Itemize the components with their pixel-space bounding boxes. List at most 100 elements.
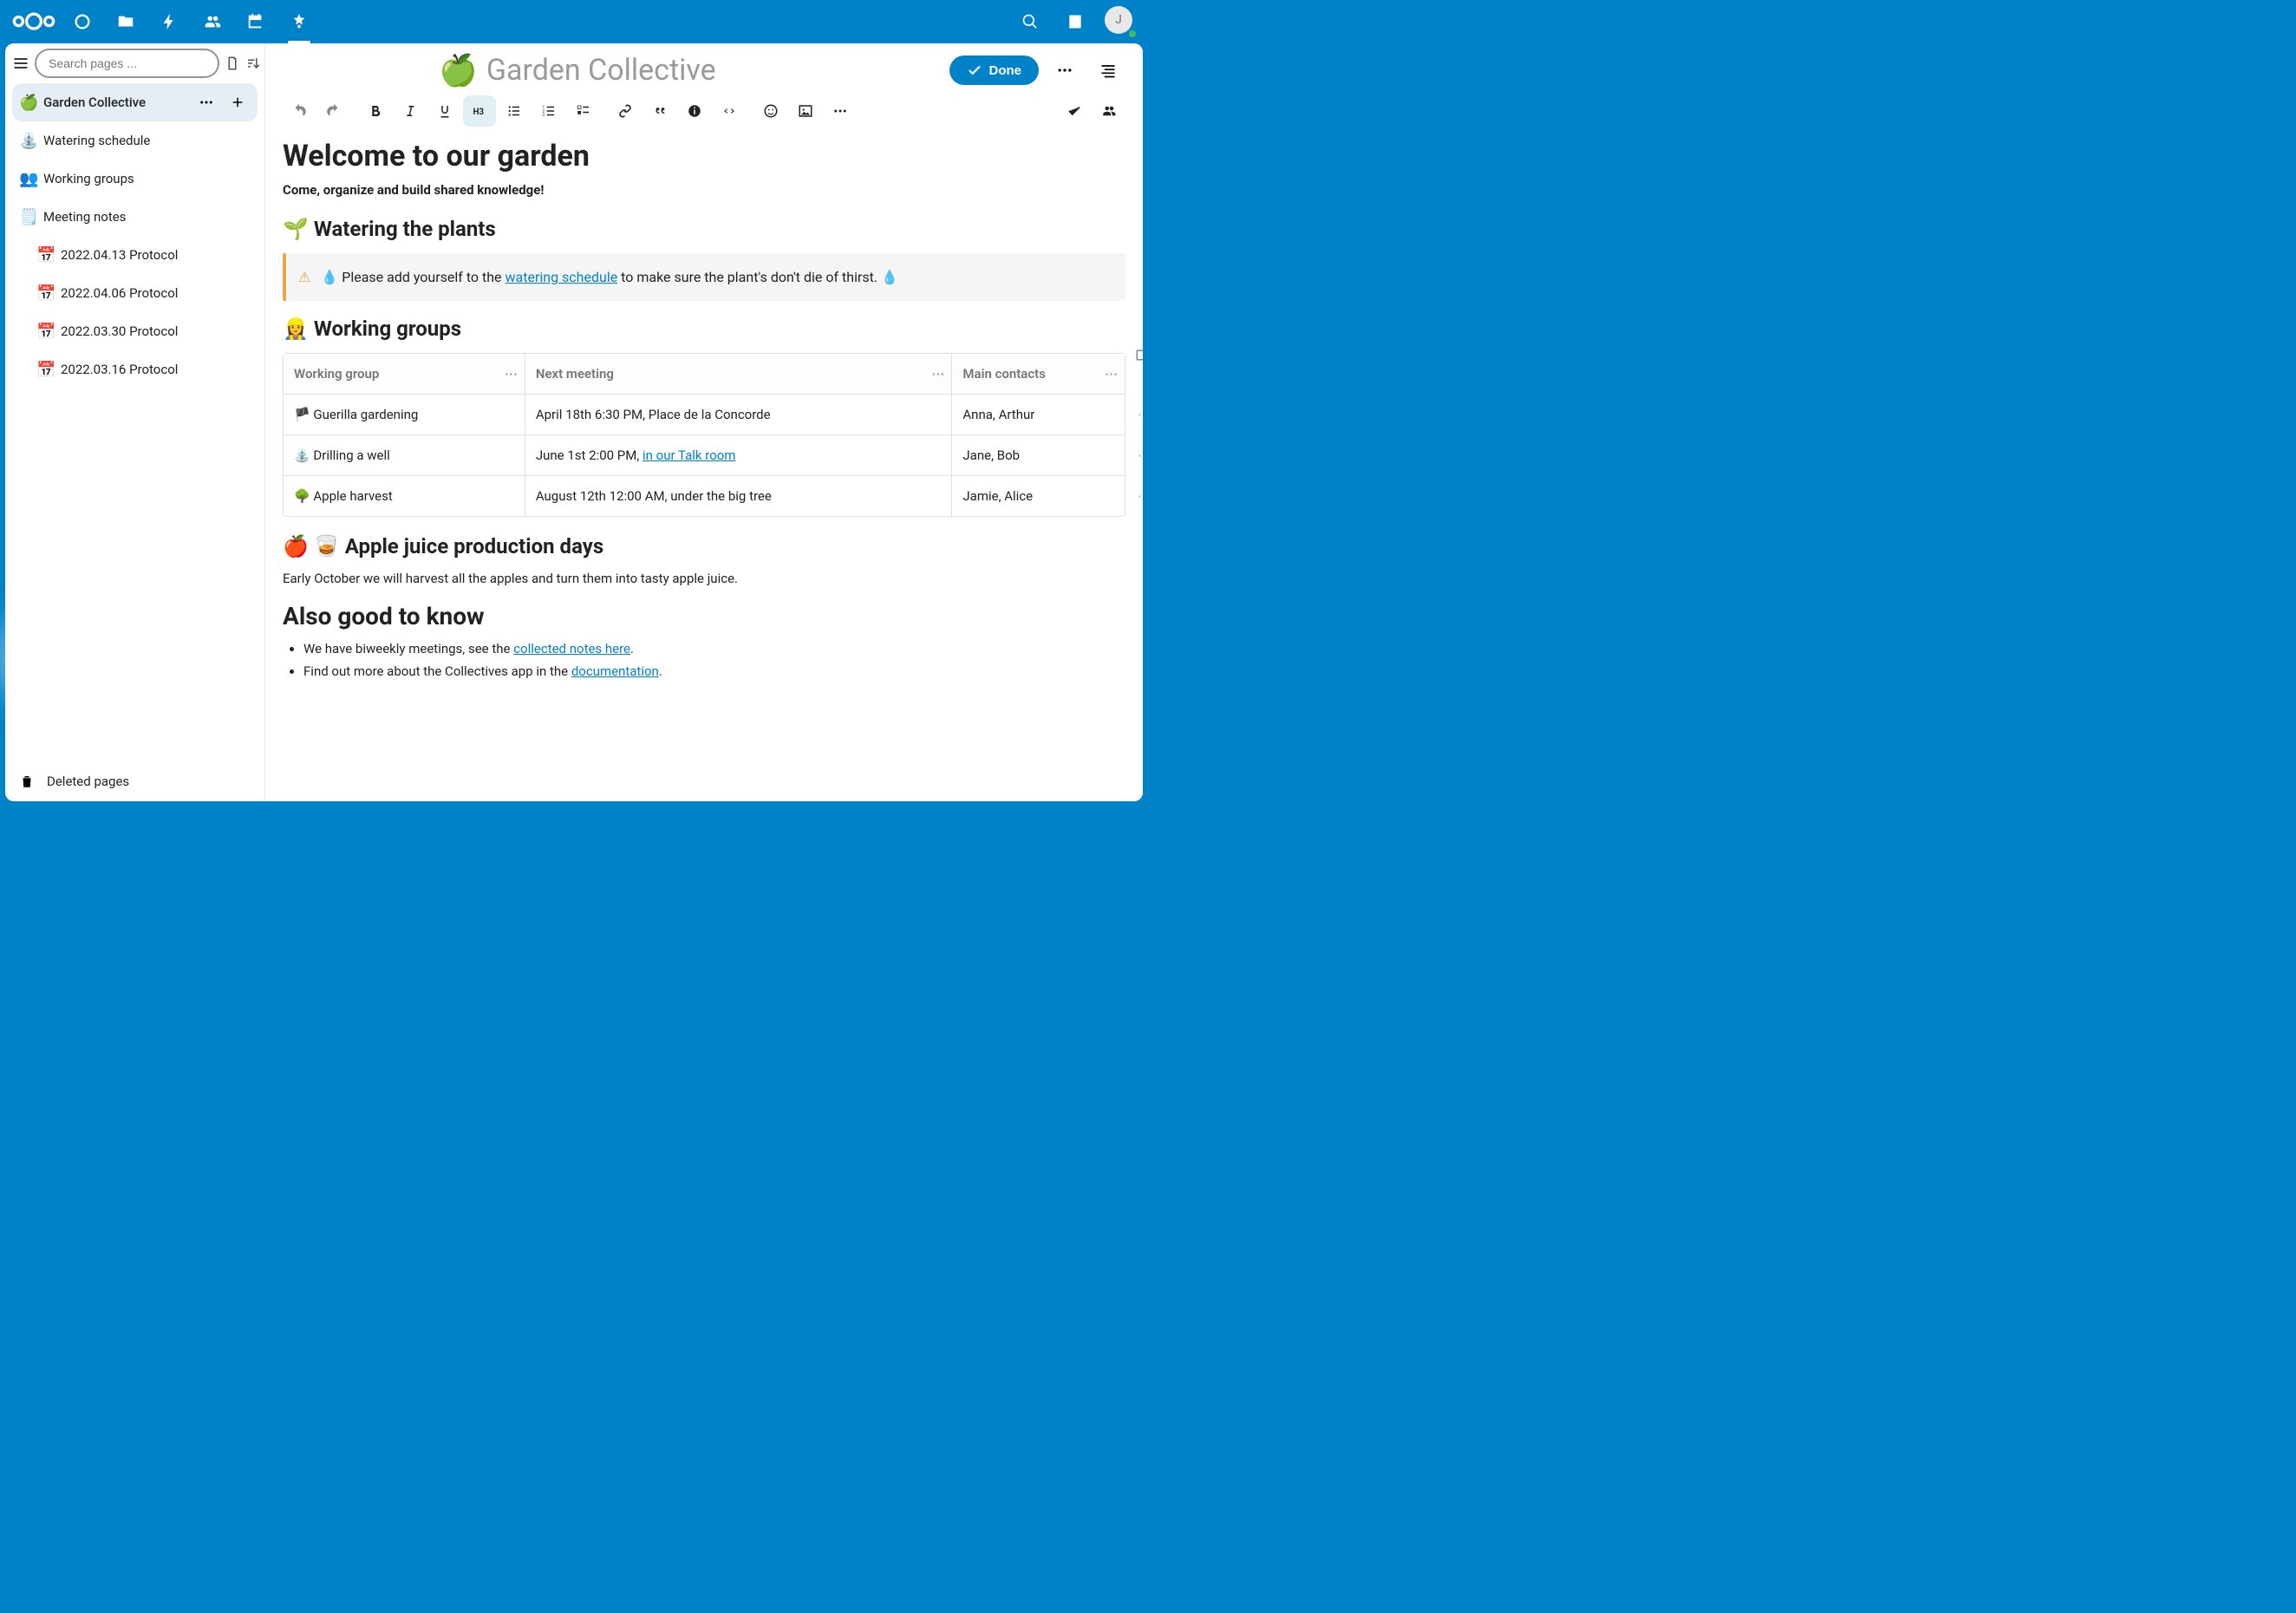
contacts-menu-icon[interactable] (1056, 0, 1094, 43)
presence-dot (1127, 29, 1138, 39)
column-menu-icon[interactable]: ⋯ (1105, 366, 1118, 382)
collected-notes-link[interactable]: collected notes here (513, 641, 630, 656)
page-label: 2022.03.30 Protocol (61, 323, 251, 339)
menu-icon[interactable] (12, 50, 29, 76)
page-title[interactable]: Garden Collective (486, 53, 941, 88)
table-row: 🌳 Apple harvest August 12th 12:00 AM, un… (284, 476, 1125, 517)
tree-item-protocol[interactable]: 📅 2022.04.06 Protocol (12, 274, 258, 312)
nav-collectives-icon[interactable] (277, 0, 321, 43)
task-list-icon[interactable] (567, 95, 600, 127)
svg-text:H3: H3 (473, 108, 485, 117)
callout-text: 💧 Please add yourself to the watering sc… (321, 269, 898, 285)
row-menu-icon[interactable]: ⋯ (1138, 447, 1143, 463)
bullet-list-icon[interactable] (498, 95, 531, 127)
heading-icon[interactable]: H3 (463, 95, 496, 127)
outline-icon[interactable] (1091, 53, 1125, 88)
page-label: Working groups (43, 171, 251, 186)
nav-calendar-icon[interactable] (234, 0, 277, 43)
section-apple-juice-body: Early October we will harvest all the ap… (283, 571, 1125, 586)
nextcloud-logo[interactable] (7, 10, 61, 32)
italic-icon[interactable] (394, 95, 427, 127)
search-icon[interactable] (1011, 0, 1049, 43)
column-menu-icon[interactable]: ⋯ (931, 366, 944, 382)
topbar: J (0, 0, 1148, 43)
user-avatar[interactable]: J (1105, 6, 1136, 37)
page-emoji: 📅 (36, 284, 61, 303)
code-icon[interactable] (713, 95, 746, 127)
list-item: Find out more about the Collectives app … (303, 663, 1125, 679)
emoji-icon[interactable] (754, 95, 787, 127)
page-label: 2022.03.16 Protocol (61, 362, 251, 377)
tree-root-item[interactable]: 🍏 Garden Collective (12, 83, 258, 121)
search-input[interactable] (35, 49, 219, 78)
sort-icon[interactable] (245, 50, 261, 76)
blockquote-icon[interactable] (643, 95, 676, 127)
top-right: J (1011, 0, 1141, 43)
image-icon[interactable] (789, 95, 822, 127)
column-menu-icon[interactable]: ⋯ (505, 366, 518, 382)
warning-icon: ⚠ (298, 269, 310, 285)
page-emoji: ⛲ (19, 132, 43, 150)
editor-toolbar: H3 123 (265, 92, 1143, 134)
collective-label: Garden Collective (43, 95, 193, 110)
doc-h1: Welcome to our garden (283, 139, 1125, 173)
check-icon (967, 62, 982, 78)
page-header: 🍏 Garden Collective Done (265, 43, 1143, 92)
page-tree: 🍏 Garden Collective ⛲ Watering schedule … (5, 83, 264, 765)
row-menu-icon[interactable]: ⋯ (1138, 407, 1143, 422)
page-label: 2022.04.06 Protocol (61, 285, 251, 301)
table-settings-icon[interactable] (1135, 349, 1143, 368)
collaborators-icon[interactable] (1093, 95, 1125, 127)
warning-callout: ⚠ 💧 Please add yourself to the watering … (283, 253, 1125, 301)
svg-text:3: 3 (543, 113, 545, 118)
tree-item-watering[interactable]: ⛲ Watering schedule (12, 121, 258, 160)
tree-item-protocol[interactable]: 📅 2022.04.13 Protocol (12, 236, 258, 274)
link-icon[interactable] (609, 95, 642, 127)
deleted-label: Deleted pages (47, 774, 129, 789)
trash-icon (19, 774, 35, 789)
page-label: Meeting notes (43, 209, 251, 225)
templates-icon[interactable] (225, 50, 240, 76)
tree-item-working-groups[interactable]: 👥 Working groups (12, 160, 258, 198)
list-item: We have biweekly meetings, see the colle… (303, 641, 1125, 656)
nav-activity-icon[interactable] (147, 0, 191, 43)
info-icon[interactable] (678, 95, 711, 127)
document-body[interactable]: Welcome to our garden Come, organize and… (265, 134, 1143, 801)
row-menu-icon[interactable]: ⋯ (1138, 488, 1143, 504)
nav-dashboard-icon[interactable] (61, 0, 104, 43)
toolbar-more-icon[interactable] (824, 95, 857, 127)
section-good-to-know-title: Also good to know (283, 602, 1125, 630)
redo-icon[interactable] (317, 95, 350, 127)
done-button[interactable]: Done (949, 56, 1040, 85)
sidebar: 🍏 Garden Collective ⛲ Watering schedule … (5, 43, 265, 801)
tree-item-meeting-notes[interactable]: 🗒️ Meeting notes (12, 198, 258, 236)
bold-icon[interactable] (359, 95, 392, 127)
documentation-link[interactable]: documentation (571, 663, 659, 679)
good-to-know-list: We have biweekly meetings, see the colle… (283, 641, 1125, 679)
table-row: ⛲ Drilling a well June 1st 2:00 PM, in o… (284, 435, 1125, 476)
page-emoji: 📅 (36, 361, 61, 379)
main: 🍏 Garden Collective Done H3 123 (265, 43, 1143, 801)
top-nav (61, 0, 321, 43)
tree-item-protocol[interactable]: 📅 2022.03.30 Protocol (12, 312, 258, 350)
add-page-icon[interactable] (225, 89, 251, 115)
deleted-pages-link[interactable]: Deleted pages (19, 774, 251, 789)
watering-schedule-link[interactable]: watering schedule (506, 269, 618, 285)
tree-item-protocol[interactable]: 📅 2022.03.16 Protocol (12, 350, 258, 389)
undo-icon[interactable] (283, 95, 316, 127)
nav-files-icon[interactable] (104, 0, 147, 43)
section-apple-juice-title: 🍎 🥃 Apple juice production days (283, 534, 1125, 558)
ordered-list-icon[interactable]: 123 (532, 95, 565, 127)
page-more-icon[interactable] (1047, 53, 1082, 88)
save-check-icon[interactable] (1058, 95, 1091, 127)
doc-subtitle: Come, organize and build shared knowledg… (283, 182, 1125, 198)
more-icon[interactable] (193, 89, 219, 115)
column-header: Next meeting⋯ (525, 354, 952, 395)
nav-contacts-icon[interactable] (191, 0, 234, 43)
talk-room-link[interactable]: in our Talk room (642, 447, 735, 463)
page-emoji: 👥 (19, 170, 43, 188)
page-emoji: 🗒️ (19, 208, 43, 226)
page-emoji[interactable]: 🍏 (439, 52, 478, 88)
page-emoji: 📅 (36, 246, 61, 264)
underline-icon[interactable] (428, 95, 461, 127)
